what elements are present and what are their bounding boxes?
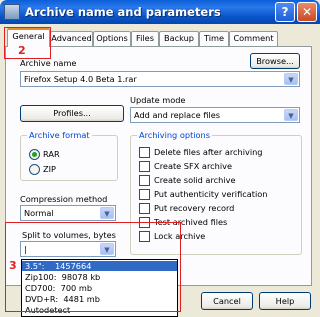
tab-files[interactable]: Files (131, 31, 159, 46)
delete-files-label: Delete files after archiving (154, 147, 263, 157)
tab-time[interactable]: Time (199, 31, 229, 46)
highlight-box-split (5, 222, 181, 312)
update-mode-value: Add and replace files (134, 110, 221, 120)
browse-button[interactable]: Browse... (250, 53, 300, 69)
chevron-down-icon[interactable]: ▼ (100, 207, 114, 219)
solid-archive-checkbox[interactable] (139, 175, 150, 186)
annotation-number-2: 2 (18, 44, 26, 57)
format-rar-label: RAR (43, 149, 60, 159)
archive-dialog: Archive name and parameters ? ✕ General … (0, 0, 320, 317)
compression-combobox[interactable]: Normal ▼ (20, 205, 116, 221)
authenticity-label: Put authenticity verification (154, 189, 268, 199)
archive-format-group: Archive format RAR ZIP (20, 130, 118, 181)
chevron-down-icon[interactable]: ▼ (284, 109, 298, 121)
recovery-record-checkbox[interactable] (139, 203, 150, 214)
tab-comment[interactable]: Comment (229, 31, 278, 46)
archive-name-value: Firefox Setup 4.0 Beta 1.rar (24, 74, 137, 84)
archive-name-combobox[interactable]: Firefox Setup 4.0 Beta 1.rar ▼ (20, 71, 300, 87)
update-mode-label: Update mode (130, 95, 186, 105)
delete-files-checkbox[interactable] (139, 147, 150, 158)
format-rar-radio[interactable] (29, 149, 40, 160)
chevron-down-icon[interactable]: ▼ (284, 73, 298, 85)
tab-backup[interactable]: Backup (159, 31, 199, 46)
create-sfx-label: Create SFX archive (154, 161, 232, 171)
authenticity-checkbox[interactable] (139, 189, 150, 200)
tab-options[interactable]: Options (93, 31, 131, 46)
window-title: Archive name and parameters (25, 5, 221, 19)
compression-value: Normal (24, 208, 54, 218)
title-bar: Archive name and parameters ? ✕ (0, 0, 320, 24)
archive-name-label: Archive name (20, 58, 77, 68)
close-title-button[interactable]: ✕ (297, 2, 317, 22)
create-sfx-checkbox[interactable] (139, 161, 150, 172)
annotation-number-3: 3 (9, 259, 17, 272)
cancel-button[interactable]: Cancel (201, 292, 253, 310)
update-mode-combobox[interactable]: Add and replace files ▼ (130, 107, 300, 123)
highlight-box-general (4, 27, 51, 59)
winrar-icon (4, 4, 20, 20)
profiles-button[interactable]: Profiles... (20, 105, 124, 122)
recovery-record-label: Put recovery record (154, 203, 235, 213)
archiving-options-title: Archiving options (137, 130, 213, 140)
solid-archive-label: Create solid archive (154, 175, 236, 185)
format-zip-radio[interactable] (29, 164, 40, 175)
archive-format-title: Archive format (27, 130, 92, 140)
help-button[interactable]: Help (259, 292, 311, 310)
help-title-button[interactable]: ? (275, 2, 295, 22)
tab-advanced[interactable]: Advanced (50, 31, 93, 46)
compression-label: Compression method (20, 194, 108, 204)
format-zip-label: ZIP (43, 164, 56, 174)
